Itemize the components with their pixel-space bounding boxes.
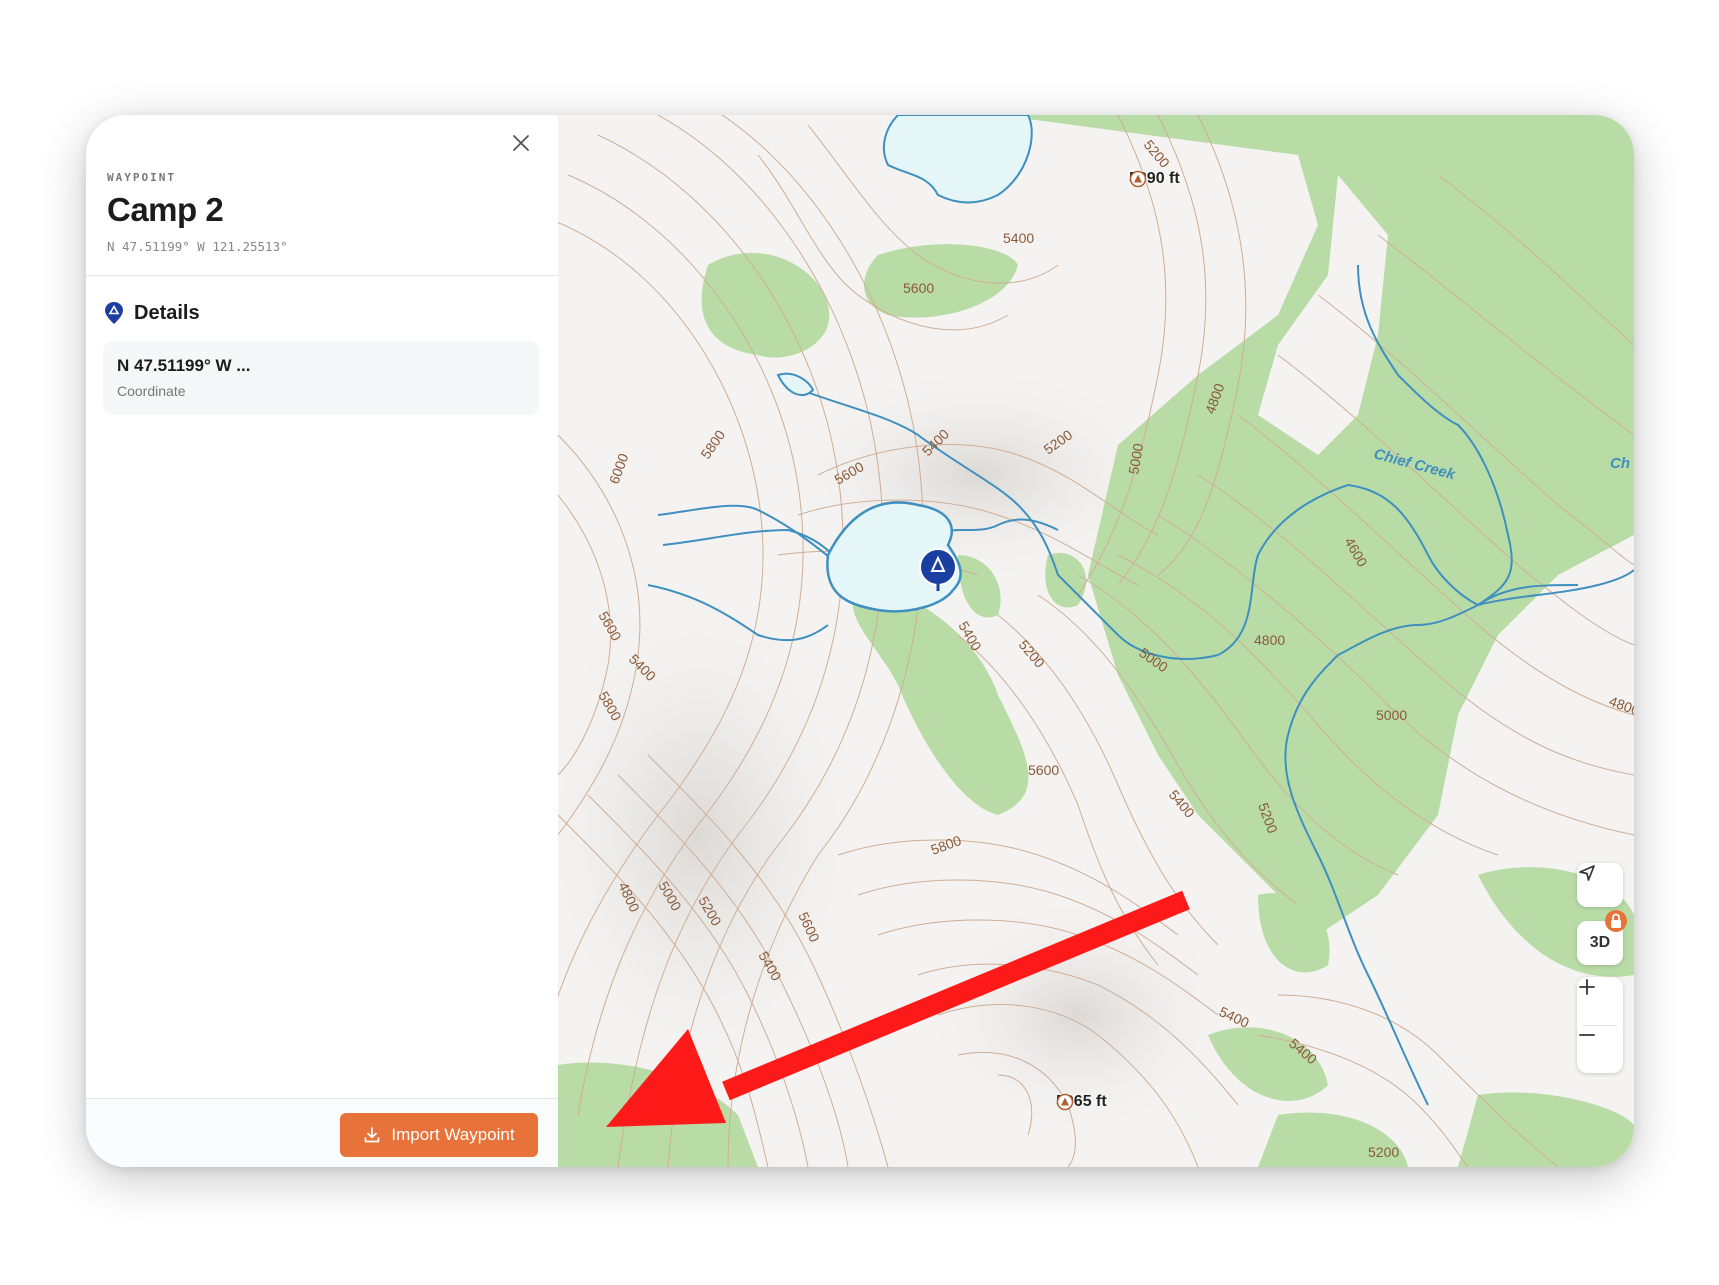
topo-map[interactable]: 5200 5400 5600 6000 5800 5600 5400 5200 … bbox=[558, 115, 1634, 1167]
header-divider bbox=[86, 275, 558, 276]
peak-icon bbox=[1056, 1093, 1074, 1111]
close-button[interactable] bbox=[505, 127, 537, 159]
zoom-in-button[interactable] bbox=[1577, 977, 1623, 1025]
waypoint-title: Camp 2 bbox=[107, 191, 224, 228]
locate-button[interactable] bbox=[1577, 863, 1623, 907]
contour-label: 5600 bbox=[1028, 762, 1059, 778]
minus-icon bbox=[1579, 1034, 1595, 1036]
contour-label: 5000 bbox=[1376, 707, 1407, 723]
coordinate-detail-card[interactable]: N 47.51199° W ... Coordinate bbox=[103, 341, 539, 415]
waypoint-coordinates: N 47.51199° W 121.25513° bbox=[107, 239, 288, 254]
download-icon bbox=[365, 1127, 380, 1143]
import-waypoint-button[interactable]: Import Waypoint bbox=[340, 1113, 538, 1157]
contour-label: 5200 bbox=[1368, 1144, 1399, 1160]
close-icon bbox=[513, 135, 529, 151]
panel-kicker: WAYPOINT bbox=[107, 171, 176, 184]
contour-label: 4800 bbox=[1254, 632, 1285, 648]
peak-label: 5390 ft bbox=[1129, 170, 1180, 188]
import-waypoint-label: Import Waypoint bbox=[391, 1125, 515, 1144]
lock-icon bbox=[1605, 910, 1627, 932]
app-window: WAYPOINT Camp 2 N 47.51199° W 121.25513°… bbox=[86, 115, 1634, 1167]
coordinate-value: N 47.51199° W ... bbox=[117, 356, 251, 375]
contour-label: 5400 bbox=[1003, 230, 1034, 246]
details-section-header: Details bbox=[104, 301, 200, 325]
details-section-title: Details bbox=[134, 301, 200, 324]
navigation-arrow-icon bbox=[1579, 865, 1595, 881]
map-canvas[interactable]: 5200 5400 5600 6000 5800 5600 5400 5200 … bbox=[558, 115, 1634, 1167]
coordinate-label: Coordinate bbox=[117, 383, 186, 399]
camp-pin-icon bbox=[105, 302, 123, 324]
stream-label: Ch bbox=[1610, 455, 1630, 472]
zoom-out-button[interactable] bbox=[1577, 1025, 1623, 1073]
3d-toggle-label: 3D bbox=[1589, 934, 1611, 951]
peak-label: 5965 ft bbox=[1056, 1093, 1107, 1111]
plus-icon bbox=[1579, 979, 1595, 995]
zoom-controls bbox=[1577, 977, 1623, 1073]
peak-icon bbox=[1129, 170, 1147, 188]
waypoint-panel: WAYPOINT Camp 2 N 47.51199° W 121.25513°… bbox=[86, 115, 559, 1167]
contour-label: 5600 bbox=[903, 280, 934, 296]
panel-footer: Import Waypoint bbox=[86, 1098, 558, 1167]
